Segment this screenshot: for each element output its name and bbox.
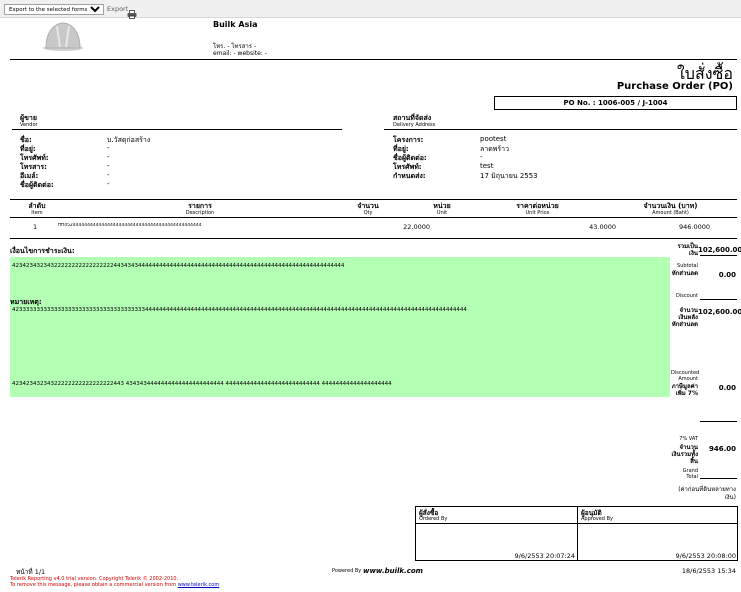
remarks-bottom-text: 42342343234322222222222222222443 4343434… [12,381,392,387]
discounted-label: จำนวนเงินหลังหักส่วนลด [671,307,698,328]
export-format-select[interactable]: Export to the selected format [4,4,104,15]
vat-value: 0.00 [718,384,736,392]
payment-text: 4234234323432222222222222222244343434444… [12,263,345,269]
po-number-box: PO No. : 1006-005 / J-1004 [494,96,737,110]
totals-note: (ค่าก่อนที่ดินหลายทางเงิน) [678,486,736,501]
header-divider [10,59,737,60]
discount-label-en: Discount [676,293,698,299]
row-description: ffff452444444444444444444444444444444444… [58,223,202,228]
export-button[interactable]: Export [107,5,128,13]
vendor-contact-label: ชื่อผู้ติดต่อ: [20,181,54,189]
subtotal-value: 102,600.00 [698,246,741,254]
delivery-address-value: ลาดพร้าว [480,145,510,153]
row-amount: 946.0000 [678,223,710,231]
vendor-heading-en: Vendor [20,122,38,128]
remarks-panel [10,257,670,397]
subtotal-line [700,255,737,256]
delivery-divider [384,129,737,130]
powered-by: Powered By [332,568,362,574]
approved-by-label-en: Approved By [581,516,613,522]
company-name: Builk Asia [213,20,258,29]
delivery-date-label: กำหนดส่ง: [393,172,426,180]
vendor-contact-value: - [107,180,110,188]
approved-date: 9/6/2553 20:08:00 [675,552,736,560]
discount-value: 0.00 [718,271,736,279]
vendor-name-value: บ.วัสดุก่อสร้าง [107,136,151,144]
delivery-project-value: pootest [480,135,507,143]
row-item: 1 [33,223,38,231]
printer-icon[interactable] [127,4,137,23]
vat-label-en: 7% VAT [679,436,698,442]
header-description-en: Description [185,210,215,216]
ordered-date: 9/6/2553 20:07:24 [514,552,575,560]
discount-label: หักส่วนลด [671,270,698,277]
row-unitprice: 43.0000 [589,223,616,231]
subtotal-label-en: Subtotal [677,263,698,269]
header-amount-en: Amount (Baht) [652,210,689,216]
header-unit-en: Unit [436,210,448,216]
telerik-link[interactable]: www.telerik.com [178,582,220,588]
delivery-contact-value: - [480,153,483,161]
subtotal-label: รวมเป็นเงิน [677,243,698,257]
table-top-border [10,199,737,200]
grandtotal-line [700,478,737,479]
po-number: PO No. : 1006-005 / J-1004 [563,99,668,107]
signature-divider [577,506,578,561]
payment-heading: เงื่อนไขการชำระเงิน: [10,247,75,255]
header-unitprice-en: Unit Price [525,210,550,216]
vendor-divider [12,129,342,130]
signature-header-line [415,523,738,524]
trial-notice-line2: To remove this message, please obtain a … [10,582,219,588]
discounted-value: 102,600.00 [698,308,741,316]
table-bottom-border [10,238,737,239]
title-english: Purchase Order (PO) [616,81,733,92]
header-item-en: Item [31,210,43,216]
delivery-date-value: 17 มิถุนายน 2553 [480,172,538,180]
discount-line [700,299,737,300]
helmet-logo-icon [42,20,84,58]
vendor-address-value: - [107,144,110,152]
delivery-phone-value: test [480,162,494,170]
delivery-heading-en: Delivery Address [393,122,436,128]
header-qty-en: Qty [363,210,373,216]
discounted-label-en: Discounted Amount [671,370,700,382]
trial-notice-text: To remove this message, please obtain a … [10,582,177,588]
remarks-text: 4233333333333333333333333333333333333344… [12,307,467,313]
grandtotal-value: 946.00 [708,445,736,453]
table-header-border [10,217,737,218]
vendor-phone-value: - [107,153,110,161]
grandtotal-label: จำนวนเงินรวมทั้งสิ้น [671,444,698,465]
report-toolbar: Export to the selected format Export [0,0,741,19]
row-qty: 22.0000 [403,223,430,231]
vat-label: ภาษีมูลค่าเพิ่ม 7% [671,383,698,397]
footer-datetime: 18/6/2553 15:34 [681,567,736,575]
company-email: email: - website: - [213,50,267,57]
vendor-email-value: - [107,171,110,179]
grandtotal-label-en: Grand Total [682,468,698,480]
footer-site: www.builk.com [363,567,423,575]
ordered-by-label-en: Ordered By [419,516,448,522]
vat-line [700,421,737,422]
vendor-fax-value: - [107,162,110,170]
